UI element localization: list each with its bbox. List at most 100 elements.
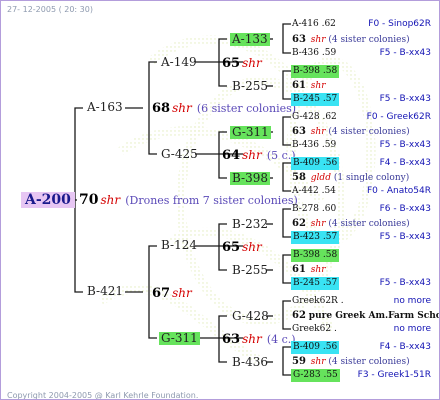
copyright: Copyright 2004-2005 @ Karl Kehrle Founda… bbox=[7, 391, 199, 400]
root-queen[interactable]: A-200 bbox=[21, 192, 75, 208]
gen7-val: .59 bbox=[321, 48, 337, 58]
lineage-code: F5 - B-xx43 bbox=[379, 48, 431, 58]
gen7-id: B-409 bbox=[293, 342, 320, 352]
lineage-code: F5 - B-xx43 bbox=[379, 278, 431, 288]
gen7-row[interactable]: B-436 .59 bbox=[292, 139, 336, 152]
gen7-row[interactable]: Greek62R . bbox=[292, 295, 344, 308]
gen7-val: .56 bbox=[322, 158, 338, 168]
gen5-b-number: 64 bbox=[222, 148, 241, 163]
gen7-row[interactable]: B-398 .58 bbox=[291, 65, 340, 78]
gen7-number: 59 bbox=[292, 356, 306, 367]
lineage-code: F5 - B-xx43 bbox=[379, 140, 431, 150]
gen7-id: B-245 bbox=[293, 94, 320, 104]
gen4-a[interactable]: A-149 bbox=[161, 56, 197, 69]
gen7-row[interactable]: B-409 .56 bbox=[291, 157, 340, 170]
gen5-a-mating: 65 shr bbox=[222, 55, 262, 71]
gen5-c-shr: shr bbox=[242, 240, 262, 254]
gen5-c-mating: 65 shr bbox=[222, 239, 262, 255]
gen6-g[interactable]: G-428 bbox=[232, 310, 269, 323]
gen7-id: G-283 bbox=[293, 370, 321, 380]
lineage-code: no more bbox=[393, 324, 431, 334]
gen7-number: 61 bbox=[292, 80, 306, 91]
gen7-val: .58 bbox=[322, 66, 338, 76]
gen6-d[interactable]: B-398 bbox=[230, 172, 270, 185]
gen7-row[interactable]: G-428 .62 bbox=[292, 111, 337, 124]
gen3-top-note: (6 sister colonies) bbox=[196, 102, 297, 115]
gen7-origin-name: pure Greek Am.Farm School bbox=[308, 311, 440, 321]
gen7-row[interactable]: Greek62 . bbox=[292, 323, 337, 336]
gen7-number: 62 bbox=[292, 310, 306, 321]
gen7-row[interactable]: B-398 .58 bbox=[291, 249, 340, 262]
gen3-bottom-mating: 67 shr bbox=[152, 285, 192, 301]
gen7-shr: gldd bbox=[310, 173, 331, 183]
gen3-bottom-shr: shr bbox=[172, 286, 192, 300]
gen5-d-number: 63 bbox=[222, 332, 241, 347]
lineage-code: F6 - B-xx43 bbox=[379, 204, 431, 214]
gen7-row: 62 shr (4 sister colonies) bbox=[292, 217, 410, 231]
gen7-row[interactable]: B-436 .59 bbox=[292, 47, 336, 60]
gen1-note: (Drones from 7 sister colonies) bbox=[125, 194, 298, 207]
gen6-b[interactable]: B-255 bbox=[232, 80, 268, 93]
gen7-id: B-278 bbox=[292, 204, 319, 214]
gen3-bottom-number: 67 bbox=[152, 286, 171, 301]
gen7-row: 62 pure Greek Am.Farm School bbox=[292, 309, 440, 323]
gen7-val: .58 bbox=[322, 250, 338, 260]
lineage-code: F0 - Sinop62R bbox=[368, 19, 431, 29]
gen5-b-shr: shr bbox=[242, 148, 262, 162]
gen7-row[interactable]: B-409 .56 bbox=[291, 341, 340, 354]
gen7-row: 61 shr bbox=[292, 263, 326, 277]
gen7-shr: shr bbox=[310, 219, 326, 229]
gen3-top-number: 68 bbox=[152, 101, 171, 116]
gen7-note: (4 sister colonies) bbox=[328, 35, 410, 45]
gen7-number: 63 bbox=[292, 34, 306, 45]
gen5-d-shr: shr bbox=[242, 332, 262, 346]
gen7-row: 63 shr (4 sister colonies) bbox=[292, 125, 410, 139]
gen7-val: .57 bbox=[322, 278, 338, 288]
gen7-row: 59 shr (4 sister colonies) bbox=[292, 355, 410, 369]
gen7-note: (4 sister colonies) bbox=[328, 357, 410, 367]
gen5-b-mating: 64 shr (5 c.) bbox=[222, 147, 296, 163]
gen7-row[interactable]: B-278 .60 bbox=[292, 203, 336, 216]
gen7-id: B-436 bbox=[292, 140, 319, 150]
gen1-mating: 70 shr (Drones from 7 sister colonies) bbox=[79, 192, 298, 207]
gen7-val: .59 bbox=[321, 140, 337, 150]
gen3-top-shr: shr bbox=[172, 101, 192, 115]
gen7-row[interactable]: A-442 .54 bbox=[292, 185, 336, 198]
gen2-bottom[interactable]: B-421 bbox=[87, 285, 123, 298]
gen7-id: G-428 bbox=[292, 112, 320, 122]
gen4-c[interactable]: B-124 bbox=[161, 239, 197, 252]
gen7-val: . bbox=[333, 324, 337, 334]
gen6-f[interactable]: B-255 bbox=[232, 264, 268, 277]
gen3-top-mating: 68 shr (6 sister colonies) bbox=[152, 100, 297, 116]
gen7-number: 62 bbox=[292, 218, 306, 229]
gen6-h[interactable]: B-436 bbox=[232, 356, 268, 369]
gen6-c[interactable]: G-311 bbox=[230, 126, 271, 139]
gen1-shr: shr bbox=[100, 193, 121, 207]
gen7-shr: shr bbox=[310, 127, 326, 137]
report-date: 27- 12-2005 ( 20: 30) bbox=[7, 5, 93, 14]
gen7-val: .57 bbox=[322, 94, 338, 104]
lineage-code: F5 - B-xx43 bbox=[379, 94, 431, 104]
gen7-id: B-398 bbox=[293, 250, 320, 260]
gen6-a[interactable]: A-133 bbox=[230, 33, 270, 46]
gen2-top[interactable]: A-163 bbox=[87, 101, 123, 114]
gen7-row[interactable]: G-283 .55 bbox=[291, 369, 340, 382]
gen5-d-mating: 63 shr (4 c.) bbox=[222, 331, 296, 347]
gen7-row[interactable]: A-416 .62 bbox=[292, 18, 336, 31]
gen4-b[interactable]: G-425 bbox=[161, 148, 198, 161]
gen7-val: .60 bbox=[321, 204, 337, 214]
gen7-row[interactable]: B-423 .57 bbox=[291, 231, 340, 244]
gen6-e[interactable]: B-232 bbox=[232, 218, 268, 231]
gen4-d[interactable]: G-311 bbox=[159, 332, 200, 345]
gen7-val: .55 bbox=[323, 370, 338, 380]
gen7-row: 63 shr (4 sister colonies) bbox=[292, 33, 410, 47]
gen7-note: (4 sister colonies) bbox=[328, 219, 410, 229]
gen7-id: Greek62R bbox=[292, 296, 338, 306]
gen7-id: Greek62 bbox=[292, 324, 332, 334]
gen7-row[interactable]: B-245 .57 bbox=[291, 277, 340, 290]
lineage-code: F5 - B-xx43 bbox=[379, 232, 431, 242]
gen7-shr: shr bbox=[310, 265, 326, 275]
gen7-row[interactable]: B-245 .57 bbox=[291, 93, 340, 106]
gen7-val: . bbox=[340, 296, 344, 306]
gen1-number: 70 bbox=[79, 192, 99, 208]
